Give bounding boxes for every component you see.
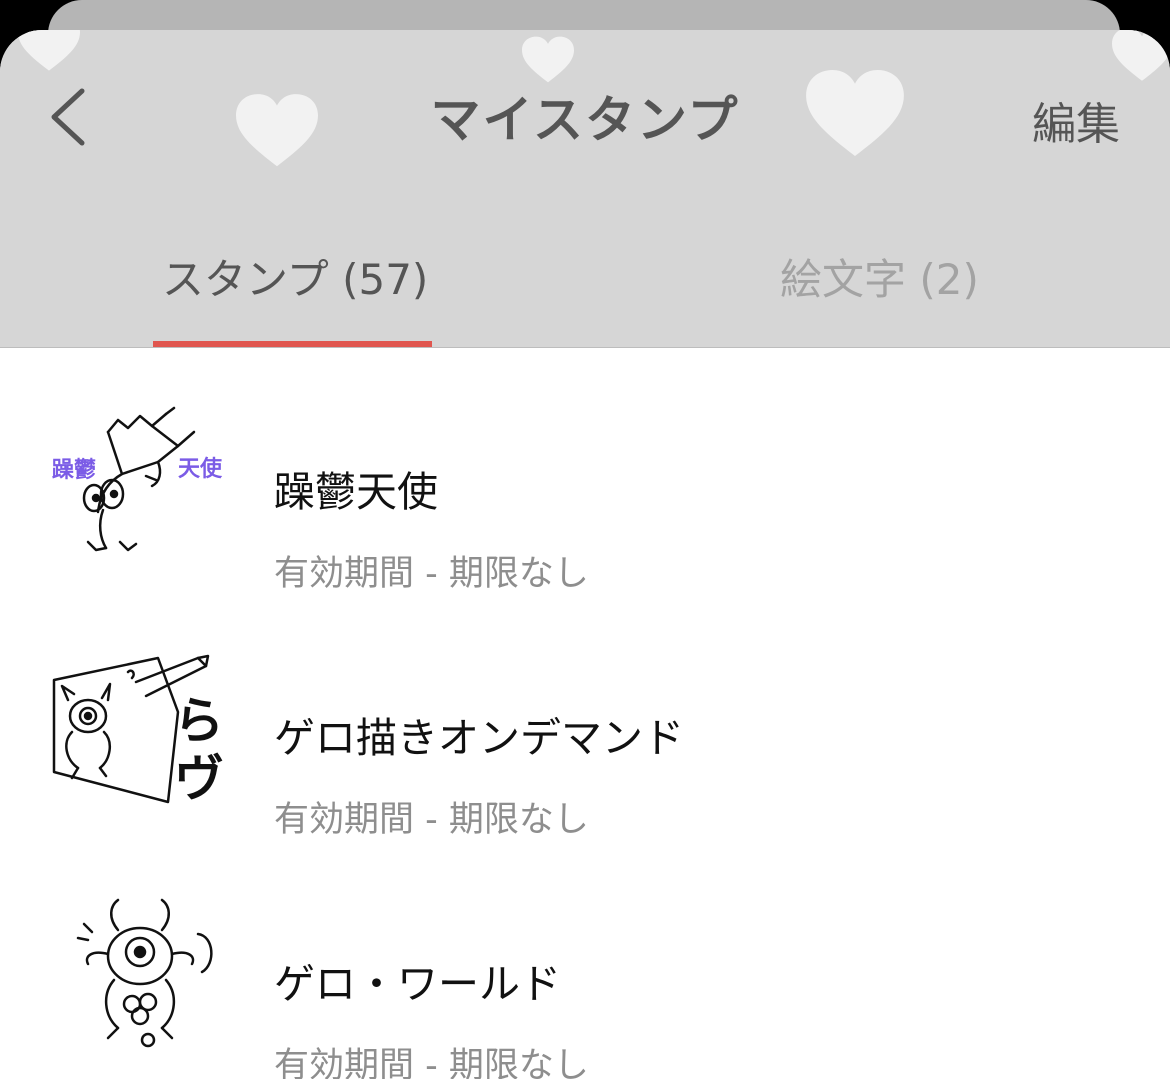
stamp-sheet: マイスタンプ 編集 スタンプ (57) 絵文字 (2) 躁鬱 天使 躁鬱天使 有… xyxy=(0,30,1170,1079)
stamp-thumbnail: ら ヴ xyxy=(48,652,228,812)
stamp-validity: 有効期間 - 期限なし xyxy=(274,554,589,594)
thumb-label-vu: ヴ xyxy=(174,750,224,808)
stamp-list: 躁鬱 天使 躁鬱天使 有効期間 - 期限なし ら ヴ ゲロ描きオンデマンド 有効… xyxy=(0,348,1170,1079)
stamp-validity: 有効期間 - 期限なし xyxy=(274,800,589,840)
page-title: マイスタンプ xyxy=(430,91,740,149)
screen: マイスタンプ 編集 スタンプ (57) 絵文字 (2) 躁鬱 天使 躁鬱天使 有… xyxy=(0,0,1170,1079)
tab-stamps[interactable]: スタンプ (57) xyxy=(162,246,428,307)
heart-icon xyxy=(18,30,80,72)
stamp-name: 躁鬱天使 xyxy=(274,468,438,516)
thumb-label-left: 躁鬱 xyxy=(52,457,96,483)
list-item[interactable]: ゲロ・ワールド 有効期間 - 期限なし xyxy=(0,840,1170,1079)
header: マイスタンプ 編集 スタンプ (57) 絵文字 (2) xyxy=(0,30,1170,348)
thumb-label-right: 天使 xyxy=(178,457,223,482)
tab-emoji[interactable]: 絵文字 (2) xyxy=(780,246,979,307)
edit-button[interactable]: 編集 xyxy=(1032,88,1120,152)
heart-icon xyxy=(1112,30,1170,82)
stamp-name: ゲロ描きオンデマンド xyxy=(274,714,684,762)
stamp-name: ゲロ・ワールド xyxy=(274,960,561,1008)
stamp-validity: 有効期間 - 期限なし xyxy=(274,1046,589,1079)
stamp-thumbnail: 躁鬱 天使 xyxy=(48,402,228,562)
heart-icon xyxy=(522,36,574,84)
active-tab-indicator xyxy=(153,341,432,347)
list-item[interactable]: 躁鬱 天使 躁鬱天使 有効期間 - 期限なし xyxy=(0,348,1170,594)
stamp-thumbnail xyxy=(48,894,228,1054)
list-item[interactable]: ら ヴ ゲロ描きオンデマンド 有効期間 - 期限なし xyxy=(0,594,1170,840)
thumb-label-ra: ら xyxy=(174,692,224,750)
